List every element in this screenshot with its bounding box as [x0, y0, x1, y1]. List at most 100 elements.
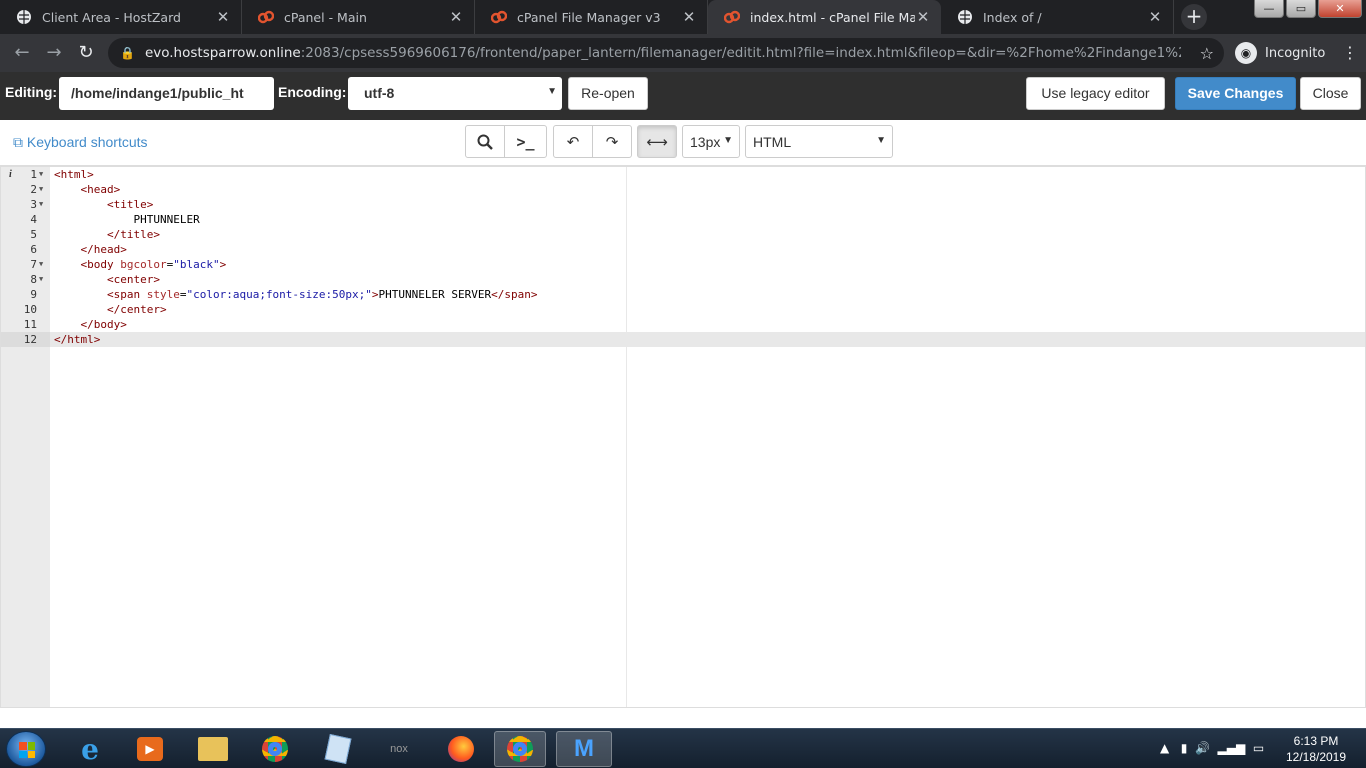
- line-number: 2: [30, 183, 37, 196]
- url-host: evo.hostsparrow.online: [144, 45, 301, 61]
- code-text: <html>: [54, 168, 94, 181]
- code-line[interactable]: 4 PHTUNNELER: [1, 212, 1365, 227]
- firefox-icon: [448, 736, 474, 762]
- code-editor[interactable]: i 1 ▼ <html> 2 ▼ <head> 3 ▼ <title> 4 PH…: [0, 166, 1366, 708]
- code-text: </center>: [54, 303, 167, 316]
- font-size-value: 13px: [690, 134, 721, 150]
- undo-button[interactable]: ↶: [553, 125, 593, 158]
- fold-arrow-icon[interactable]: ▼: [39, 167, 43, 182]
- close-tab-icon[interactable]: ✕: [681, 8, 697, 26]
- tab-cpanel-main[interactable]: cPanel - Main ✕: [242, 0, 475, 34]
- display-icon[interactable]: ▭: [1253, 741, 1264, 755]
- incognito-indicator[interactable]: ◉ Incognito: [1235, 42, 1325, 64]
- taskbar-clock[interactable]: 6:13 PM 12/18/2019: [1276, 733, 1356, 765]
- battery-icon[interactable]: ▮: [1181, 741, 1188, 755]
- taskbar-malwarebytes[interactable]: M: [556, 731, 612, 767]
- back-icon[interactable]: ←: [10, 41, 34, 65]
- search-button[interactable]: [465, 125, 505, 158]
- taskbar-firefox[interactable]: [435, 731, 487, 767]
- undo-icon: ↶: [566, 132, 580, 151]
- reopen-button[interactable]: Re-open: [568, 77, 648, 110]
- bookmark-star-icon[interactable]: ☆: [1200, 44, 1214, 63]
- taskbar: e ▶ nox M ▲ ▮ 🔊 ▂▄▆ ▭ 6:13 PM 12/18/2019: [0, 728, 1366, 768]
- minimize-button[interactable]: —: [1254, 0, 1284, 18]
- volume-icon[interactable]: 🔊: [1195, 741, 1210, 755]
- reload-icon[interactable]: ↻: [74, 41, 98, 65]
- taskbar-nox[interactable]: nox: [373, 731, 425, 767]
- code-line[interactable]: 5 </title>: [1, 227, 1365, 242]
- code-line[interactable]: 2 ▼ <head>: [1, 182, 1365, 197]
- code-line[interactable]: 8 ▼ <center>: [1, 272, 1365, 287]
- code-line[interactable]: 6 </head>: [1, 242, 1365, 257]
- taskbar-notepad[interactable]: [312, 731, 364, 767]
- show-hidden-icons-icon[interactable]: ▲: [1160, 741, 1169, 755]
- code-line[interactable]: 9 <span style="color:aqua;font-size:50px…: [1, 287, 1365, 302]
- encoding-value: utf-8: [364, 85, 395, 101]
- close-tab-icon[interactable]: ✕: [1147, 8, 1163, 26]
- window-close-button[interactable]: ✕: [1318, 0, 1362, 18]
- fold-arrow-icon[interactable]: ▼: [39, 182, 43, 197]
- internet-explorer-icon: e: [81, 732, 99, 766]
- caret-down-icon: ▼: [876, 135, 886, 146]
- tab-title: cPanel - Main: [284, 9, 367, 25]
- redo-icon: ↷: [605, 132, 619, 151]
- address-bar[interactable]: 🔒 evo.hostsparrow.online :2083/cpsess596…: [108, 38, 1224, 68]
- word-wrap-toggle[interactable]: ⟷: [637, 125, 677, 158]
- keyboard-shortcuts-link[interactable]: ⧉ Keyboard shortcuts: [13, 134, 148, 151]
- start-button[interactable]: [6, 731, 46, 767]
- legacy-editor-button[interactable]: Use legacy editor: [1026, 77, 1165, 110]
- editor-header: Editing: /home/indange1/public_ht Encodi…: [0, 72, 1366, 120]
- redo-button[interactable]: ↷: [592, 125, 632, 158]
- system-tray[interactable]: ▲ ▮ 🔊 ▂▄▆ ▭: [1160, 741, 1264, 755]
- close-tab-icon[interactable]: ✕: [448, 8, 464, 26]
- code-line[interactable]: 10 </center>: [1, 302, 1365, 317]
- code-text: <body bgcolor="black">: [54, 258, 227, 271]
- line-number: 4: [30, 213, 37, 226]
- tab-title: index.html - cPanel File Manag: [750, 9, 915, 25]
- taskbar-chrome[interactable]: [249, 731, 301, 767]
- code-text: PHTUNNELER: [54, 213, 200, 226]
- code-text: <title>: [54, 198, 154, 211]
- taskbar-media-player[interactable]: ▶: [124, 731, 176, 767]
- code-line[interactable]: i 1 ▼ <html>: [1, 167, 1365, 182]
- code-line[interactable]: 12 </html>: [1, 332, 1365, 347]
- line-number: 7: [30, 258, 37, 271]
- incognito-icon: ◉: [1235, 42, 1257, 64]
- network-icon[interactable]: ▂▄▆: [1218, 741, 1246, 755]
- line-number: 8: [30, 273, 37, 286]
- forward-icon[interactable]: →: [42, 41, 66, 65]
- mode-select[interactable]: HTML ▼: [745, 125, 893, 158]
- save-changes-button[interactable]: Save Changes: [1175, 77, 1296, 110]
- tab-file-manager[interactable]: cPanel File Manager v3 ✕: [475, 0, 708, 34]
- taskbar-explorer[interactable]: [187, 731, 239, 767]
- code-line[interactable]: 7 ▼ <body bgcolor="black">: [1, 257, 1365, 272]
- editing-label: Editing:: [5, 84, 58, 100]
- url-path: :2083/cpsess5969606176/frontend/paper_la…: [300, 45, 1181, 61]
- line-number: 10: [23, 303, 37, 316]
- close-tab-icon[interactable]: ✕: [915, 8, 931, 26]
- maximize-button[interactable]: ▭: [1286, 0, 1316, 18]
- fold-arrow-icon[interactable]: ▼: [39, 197, 43, 212]
- fold-arrow-icon[interactable]: ▼: [39, 272, 43, 287]
- browser-tabstrip: Client Area - HostZard ✕ cPanel - Main ✕…: [0, 0, 1366, 34]
- tab-title: Client Area - HostZard: [42, 9, 181, 25]
- taskbar-chrome-active[interactable]: [494, 731, 546, 767]
- media-player-icon: ▶: [137, 737, 163, 761]
- file-path-field[interactable]: /home/indange1/public_ht: [59, 77, 274, 110]
- code-line[interactable]: 11 </body>: [1, 317, 1365, 332]
- line-number: 1: [30, 168, 37, 181]
- taskbar-ie[interactable]: e: [64, 731, 116, 767]
- browser-menu-icon[interactable]: ⋮: [1342, 43, 1358, 62]
- font-size-select[interactable]: 13px ▼: [682, 125, 740, 158]
- fold-arrow-icon[interactable]: ▼: [39, 257, 43, 272]
- close-button[interactable]: Close: [1300, 77, 1361, 110]
- encoding-select[interactable]: utf-8 ▼: [348, 77, 562, 110]
- close-tab-icon[interactable]: ✕: [215, 8, 231, 26]
- new-tab-button[interactable]: +: [1181, 4, 1207, 30]
- tab-client-area[interactable]: Client Area - HostZard ✕: [0, 0, 242, 34]
- tab-index-of[interactable]: Index of / ✕: [941, 0, 1174, 34]
- tab-index-editor[interactable]: index.html - cPanel File Manag ✕: [708, 0, 941, 34]
- code-text: </head>: [54, 243, 127, 256]
- goto-line-button[interactable]: >_: [504, 125, 547, 158]
- code-line[interactable]: 3 ▼ <title>: [1, 197, 1365, 212]
